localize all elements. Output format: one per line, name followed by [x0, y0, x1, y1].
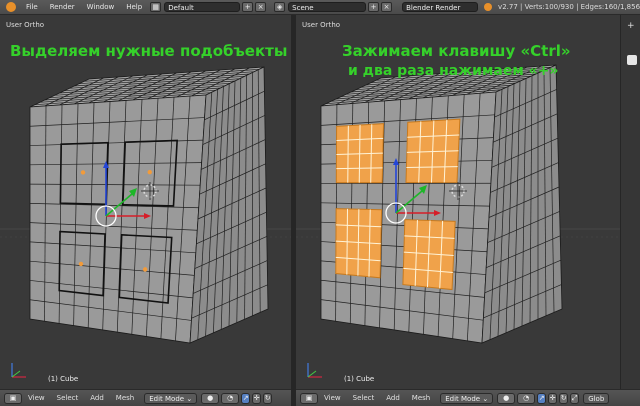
- add-scene-button[interactable]: +: [368, 2, 380, 12]
- menu-help[interactable]: Help: [120, 3, 148, 11]
- remove-layout-button[interactable]: ×: [255, 2, 267, 12]
- blender-info-icon: [484, 3, 493, 11]
- menu-select[interactable]: Select: [51, 394, 85, 402]
- scale-icon[interactable]: ⤢: [570, 392, 580, 404]
- viewport-shading-icon[interactable]: ●: [497, 392, 516, 404]
- orientation-select[interactable]: Glob: [583, 392, 610, 404]
- left-3dview-header: ▣ View Select Add Mesh Edit Mode ⌄ ● ◔ ↗…: [0, 389, 291, 406]
- add-layout-button[interactable]: +: [242, 2, 254, 12]
- left-viewport[interactable]: User Ortho Выделяем нужные подобъекты (1…: [0, 15, 291, 389]
- axis-gizmo-icon: [8, 359, 32, 383]
- scene-field[interactable]: Scene: [288, 2, 367, 12]
- right-3dview-header: ▣ View Select Add Mesh Edit Mode ⌄ ● ◔ ↗…: [296, 389, 640, 406]
- mode-select[interactable]: Edit Mode ⌄: [144, 392, 198, 404]
- menu-window[interactable]: Window: [81, 3, 121, 11]
- properties-edge[interactable]: +: [620, 15, 640, 389]
- editor-type-icon[interactable]: ▣: [300, 392, 318, 404]
- pivot-point-icon[interactable]: ◔: [221, 392, 240, 404]
- left-view-title: User Ortho: [6, 21, 45, 29]
- render-engine-select[interactable]: Blender Render: [402, 2, 479, 12]
- left-cube-mesh[interactable]: [0, 15, 291, 389]
- selected-vertex: [78, 261, 84, 267]
- menu-add[interactable]: Add: [84, 394, 110, 402]
- right-viewport[interactable]: User Ortho Зажимаем клавишу «Ctrl» и два…: [296, 15, 620, 389]
- mode-label: Edit Mode: [445, 394, 481, 403]
- add-region-icon[interactable]: +: [627, 21, 635, 31]
- selected-vertex: [80, 170, 86, 175]
- mode-label: Edit Mode: [149, 394, 185, 403]
- translate-icon[interactable]: ✛: [252, 392, 262, 404]
- menu-mesh[interactable]: Mesh: [406, 394, 436, 402]
- manipulator-toggle-icon[interactable]: ↗: [241, 392, 251, 404]
- axis-gizmo-icon: [304, 359, 328, 383]
- mode-select[interactable]: Edit Mode ⌄: [440, 392, 494, 404]
- viewport-shading-icon[interactable]: ●: [201, 392, 220, 404]
- rotate-icon[interactable]: ↻: [263, 392, 273, 404]
- menu-view[interactable]: View: [318, 394, 347, 402]
- right-object-name: (1) Cube: [344, 375, 375, 383]
- translate-icon[interactable]: ✛: [548, 392, 558, 404]
- menu-mesh[interactable]: Mesh: [110, 394, 140, 402]
- selected-vertex: [142, 267, 148, 272]
- menu-render[interactable]: Render: [44, 3, 81, 11]
- left-object-name: (1) Cube: [48, 375, 79, 383]
- scene-icon[interactable]: ◈: [274, 2, 286, 12]
- screen-layout-icon[interactable]: ▦: [150, 2, 162, 12]
- right-caption-line2: и два раза нажимаем «+»: [348, 63, 559, 79]
- menu-view[interactable]: View: [22, 394, 51, 402]
- rotate-icon[interactable]: ↻: [559, 392, 569, 404]
- layout-field[interactable]: Default: [164, 2, 241, 12]
- remove-scene-button[interactable]: ×: [381, 2, 393, 12]
- menu-add[interactable]: Add: [380, 394, 406, 402]
- right-view-title: User Ortho: [302, 21, 341, 29]
- region-toggle-icon[interactable]: [627, 55, 637, 65]
- scene-stats: v2.77 | Verts:100/930 | Edges:160/1,856: [498, 3, 640, 11]
- manipulator-toggle-icon[interactable]: ↗: [537, 392, 547, 404]
- left-caption: Выделяем нужные подобъекты: [10, 42, 288, 60]
- selected-vertex: [147, 169, 152, 175]
- pivot-point-icon[interactable]: ◔: [517, 392, 536, 404]
- info-header: File Render Window Help ▦ Default + × ◈ …: [0, 0, 640, 15]
- editor-type-icon[interactable]: ▣: [4, 392, 22, 404]
- menu-select[interactable]: Select: [347, 394, 381, 402]
- blender-logo-icon[interactable]: [6, 2, 16, 12]
- menu-file[interactable]: File: [20, 3, 44, 11]
- right-caption-line1: Зажимаем клавишу «Ctrl»: [342, 42, 571, 60]
